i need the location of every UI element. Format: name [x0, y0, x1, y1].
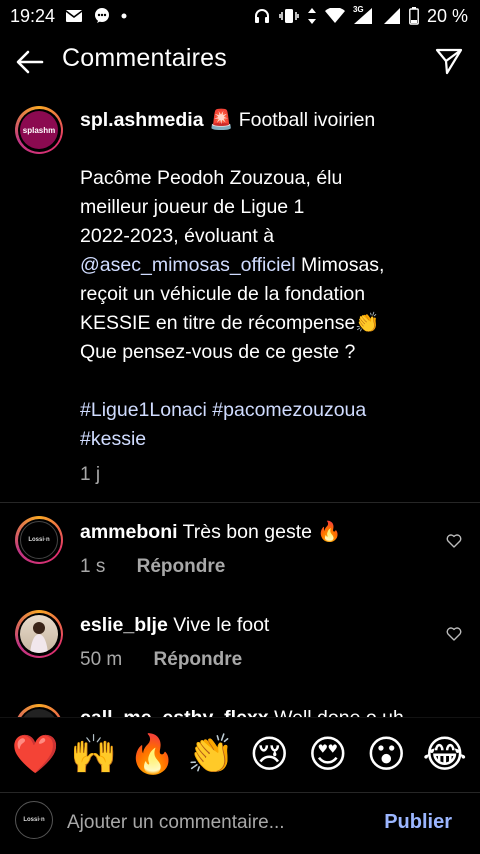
network-label: 3G [352, 5, 364, 14]
comment-avatar[interactable]: Lossi·n [15, 516, 63, 564]
comment-composer: Lossi·n Publier [0, 792, 480, 854]
post-line-4: @asec_mimosas_officiel Mimosas, [80, 251, 460, 280]
comment-avatar-photo [20, 615, 58, 653]
battery-icon [409, 7, 419, 25]
emoji-bar: ❤️ 🙌 🔥 👏 😢 😍 😮 😂 [0, 717, 480, 792]
comment-body: Vive le foot [173, 614, 270, 636]
emoji-surprised[interactable]: 😮 [361, 736, 411, 774]
send-icon[interactable] [434, 46, 464, 76]
post-avatar-image: splashm [20, 111, 58, 149]
post-caption: spl.ashmedia 🚨 Football ivoirien Pacôme … [80, 106, 460, 489]
post-line-3: 2022-2023, évoluant à [80, 225, 275, 247]
comment-time: 50 m [80, 649, 123, 670]
comment-avatar-logo-text: Lossi·n [28, 537, 50, 543]
post-header-line: spl.ashmedia 🚨 Football ivoirien [80, 106, 460, 135]
app-header: Commentaires [0, 32, 480, 90]
like-heart-icon[interactable] [446, 626, 462, 642]
status-bar: 19:24 3G 20 % [0, 0, 480, 32]
emoji-laughing[interactable]: 😂 [420, 736, 470, 774]
back-arrow-icon[interactable] [14, 46, 46, 78]
comment-avatar-inner: Lossi·n [17, 518, 61, 562]
post-topic: Football ivoirien [238, 109, 376, 131]
divider [0, 502, 480, 503]
signal-2-icon [383, 7, 401, 25]
hashtags-line-1[interactable]: #Ligue1Lonaci #pacomezouzoua [80, 396, 460, 425]
post-avatar[interactable]: splashm [15, 106, 63, 154]
data-arrows-icon [307, 7, 317, 25]
comment-time: 1 s [80, 556, 106, 577]
comment-input[interactable] [67, 809, 357, 837]
post-line-1: Pacôme Peodoh Zouzoua, élu [80, 167, 343, 189]
signal-icon: 3G [352, 5, 375, 25]
comment-username[interactable]: ammeboni [80, 521, 178, 543]
post-avatar-inner: splashm [17, 108, 61, 152]
post-line-5: reçoit un véhicule de la fondation [80, 283, 366, 305]
reply-button[interactable]: Répondre [137, 556, 226, 577]
status-left: 19:24 [10, 6, 127, 27]
chat-bubble-icon [93, 7, 111, 25]
comment-meta: 50 m Répondre [80, 649, 242, 671]
like-heart-icon[interactable] [446, 533, 462, 549]
comment-text: ammeboni Très bon geste 🔥 [80, 520, 342, 544]
emoji-clap[interactable]: 👏 [186, 736, 236, 774]
dot-icon [121, 13, 127, 19]
comment-avatar-image: Lossi·n [20, 521, 58, 559]
composer-avatar-text: Lossi·n [23, 817, 45, 823]
composer-avatar: Lossi·n [15, 801, 53, 839]
mail-icon [65, 8, 83, 24]
hashtags-line-2[interactable]: #kessie [80, 425, 460, 454]
post-spacer-2 [80, 367, 460, 396]
post-line-2: meilleur joueur de Ligue 1 [80, 196, 305, 218]
mention-link[interactable]: @asec_mimosas_officiel [80, 254, 296, 276]
status-right: 3G 20 % [253, 5, 468, 27]
emoji-heart[interactable]: ❤️ [10, 736, 60, 774]
emoji-raised-hands[interactable]: 🙌 [69, 736, 119, 774]
comment-username[interactable]: eslie_blje [80, 614, 168, 636]
comment-text: eslie_blje Vive le foot [80, 614, 269, 637]
post-avatar-logo-text: splashm [22, 125, 56, 135]
comment-avatar[interactable] [15, 610, 63, 658]
status-time: 19:24 [10, 5, 56, 26]
comment-avatar-inner [17, 612, 61, 656]
reply-button[interactable]: Répondre [154, 649, 243, 670]
post-spacer [80, 135, 460, 164]
vibrate-icon [279, 7, 299, 25]
emoji-fire[interactable]: 🔥 [127, 736, 177, 774]
headphones-icon [253, 7, 271, 25]
wifi-icon [324, 8, 345, 24]
post-line-6: KESSIE en titre de récompense👏 [80, 312, 380, 334]
post-line-4-rest: Mimosas, [295, 254, 385, 276]
page-title: Commentaires [62, 44, 227, 72]
post-username[interactable]: spl.ashmedia [80, 109, 204, 131]
emoji-heart-eyes[interactable]: 😍 [303, 736, 353, 774]
post-time: 1 j [80, 464, 101, 485]
battery-percent: 20 % [426, 5, 468, 26]
publish-button[interactable]: Publier [384, 811, 452, 834]
comment-meta: 1 s Répondre [80, 556, 225, 578]
post-line-7: Que pensez-vous de ce geste ? [80, 341, 356, 363]
comment-body: Très bon geste 🔥 [182, 521, 342, 543]
emoji-crying[interactable]: 😢 [244, 736, 294, 774]
siren-emoji: 🚨 [208, 109, 234, 131]
